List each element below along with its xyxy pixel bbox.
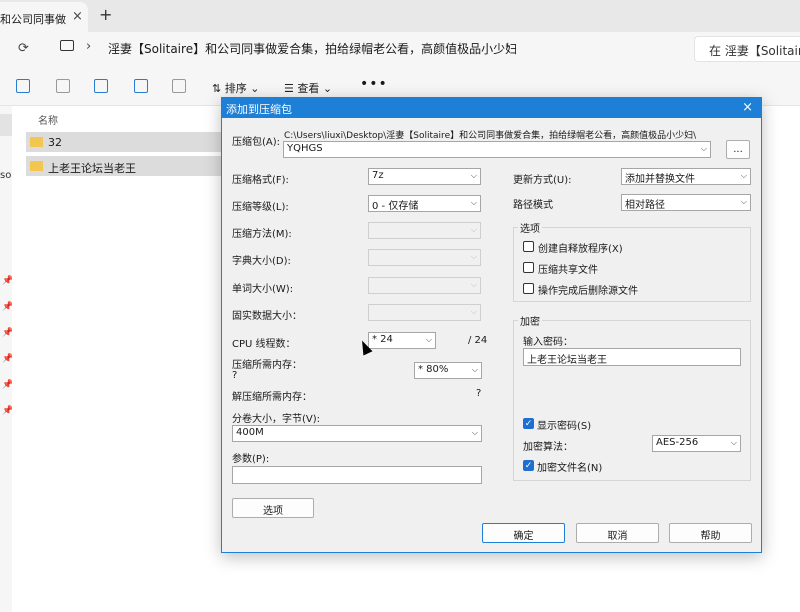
level-select[interactable]: 0 - 仅存储 ⌵ [368, 195, 481, 212]
this-pc-icon[interactable] [60, 40, 74, 51]
archive-label: 压缩包(A): [232, 137, 281, 148]
params-input[interactable] [232, 466, 482, 484]
encrypt-names-checkbox[interactable]: ✓ [523, 460, 534, 471]
chevron-down-icon: ⌵ [470, 280, 477, 289]
threads-label: CPU 线程数： [232, 339, 296, 350]
list-item[interactable]: 32 [26, 132, 226, 152]
chevron-down-icon: ⌵ [730, 438, 737, 447]
chevron-right-icon[interactable]: › [505, 39, 510, 54]
share-icon[interactable] [134, 79, 148, 93]
dict-label: 字典大小(D): [232, 256, 291, 267]
split-label: 分卷大小，字节(V): [232, 414, 321, 425]
tab-close-icon[interactable]: × [72, 9, 83, 24]
tab-active[interactable]: 和公司同事做 × [0, 2, 88, 32]
refresh-icon[interactable]: ⟳ [18, 41, 29, 56]
help-button[interactable]: 帮助 [669, 523, 752, 543]
chevron-down-icon: ⌵ [470, 171, 477, 180]
word-label: 单词大小(W): [232, 284, 294, 295]
browse-button[interactable]: ... [726, 140, 750, 159]
path-mode-select[interactable]: 相对路径 ⌵ [621, 194, 751, 211]
sort-button[interactable]: ⇅ 排序 ⌄ [212, 80, 259, 96]
column-header-name[interactable]: 名称 [38, 112, 58, 127]
show-password-checkbox[interactable]: ✓ [523, 418, 534, 429]
sfx-label[interactable]: 创建自释放程序(X) [538, 240, 623, 255]
folder-icon [30, 137, 43, 147]
shared-checkbox[interactable] [523, 262, 534, 273]
method-select[interactable]: ⌵ [368, 222, 481, 239]
search-input[interactable]: 在 淫妻【Solitaire】 [694, 36, 800, 62]
chevron-down-icon: ⌵ [471, 365, 478, 374]
chevron-down-icon: ⌵ [700, 144, 707, 153]
chevron-down-icon: ⌵ [470, 198, 477, 207]
word-select[interactable]: ⌵ [368, 277, 481, 294]
paste-icon[interactable] [56, 79, 70, 93]
enc-method-select[interactable]: AES-256 ⌵ [652, 435, 741, 452]
solid-select[interactable]: ⌵ [368, 304, 481, 321]
chevron-down-icon: ⌵ [740, 171, 747, 180]
ok-button[interactable]: 确定 [482, 523, 565, 543]
chevron-down-icon: ⌵ [740, 197, 747, 206]
dict-select[interactable]: ⌵ [368, 249, 481, 266]
chevron-down-icon: ⌵ [470, 225, 477, 234]
delete-icon[interactable] [172, 79, 186, 93]
params-label: 参数(P): [232, 454, 270, 465]
dialog-titlebar[interactable]: 添加到压缩包 × [222, 98, 761, 118]
format-label: 压缩格式(F): [232, 175, 289, 186]
close-icon[interactable]: × [742, 100, 753, 115]
shared-label[interactable]: 压缩共享文件 [538, 261, 598, 276]
breadcrumb[interactable]: 淫妻【Solitaire】和公司同事做爱合集，拍给绿帽老公看，高颜值极品小少妇 [108, 40, 517, 57]
update-select[interactable]: 添加并替换文件 ⌵ [621, 168, 751, 185]
chevron-down-icon: ⌵ [471, 428, 478, 437]
encrypt-names-label[interactable]: 加密文件名(N) [537, 459, 602, 474]
enc-method-label: 加密算法： [523, 442, 573, 453]
method-label: 压缩方法(M): [232, 229, 292, 240]
more-icon[interactable]: ••• [360, 76, 388, 92]
chevron-down-icon: ⌵ [470, 252, 477, 261]
mem-select[interactable]: * 80% ⌵ [414, 362, 482, 379]
chevron-down-icon: ⌵ [425, 335, 432, 344]
nav-selected-item[interactable] [0, 114, 12, 136]
tab-title: 和公司同事做 [0, 13, 66, 26]
cancel-button[interactable]: 取消 [576, 523, 659, 543]
path-mode-label: 路径模式 [513, 200, 553, 211]
mem-question: ? [232, 370, 238, 381]
delete-source-label[interactable]: 操作完成后删除源文件 [538, 282, 638, 297]
options-group-title: 选项 [518, 220, 542, 235]
password-label: 输入密码： [523, 337, 573, 348]
format-select[interactable]: 7z ⌵ [368, 168, 481, 185]
sfx-checkbox[interactable] [523, 241, 534, 252]
folder-icon [30, 161, 43, 171]
tab-bar: 和公司同事做 × + [0, 0, 800, 32]
add-to-archive-dialog: 添加到压缩包 × 压缩包(A): C:\Users\liuxi\Desktop\… [221, 97, 762, 553]
chevron-down-icon: ⌵ [470, 307, 477, 316]
dialog-title: 添加到压缩包 [226, 103, 292, 116]
threads-max: / 24 [468, 335, 488, 346]
decomp-label: 解压缩所需内存： [232, 392, 312, 403]
copy-icon[interactable] [16, 79, 30, 93]
address-bar: ⟳ › 淫妻【Solitaire】和公司同事做爱合集，拍给绿帽老公看，高颜值极品… [0, 32, 800, 66]
encryption-group-title: 加密 [518, 313, 542, 328]
view-button[interactable]: ☰ 查看 ⌄ [284, 80, 332, 96]
archive-name-combo[interactable]: YQHGS ⌵ [283, 141, 711, 158]
delete-source-checkbox[interactable] [523, 283, 534, 294]
archive-path: C:\Users\liuxi\Desktop\淫妻【Solitaire】和公司同… [284, 131, 697, 141]
rename-icon[interactable] [94, 79, 108, 93]
split-select[interactable]: 400M ⌵ [232, 425, 482, 442]
level-label: 压缩等级(L): [232, 202, 289, 213]
new-tab-icon[interactable]: + [99, 5, 112, 24]
chevron-right-icon[interactable]: › [86, 39, 91, 54]
solid-label: 固实数据大小： [232, 311, 302, 322]
threads-select[interactable]: * 24 ⌵ [368, 332, 436, 349]
password-input[interactable]: 上老王论坛当老王 [523, 348, 741, 366]
decomp-question: ? [476, 388, 482, 399]
mem-label: 压缩所需内存： [232, 360, 302, 371]
update-label: 更新方式(U): [513, 175, 572, 186]
show-password-label[interactable]: 显示密码(S) [537, 417, 591, 432]
options-button[interactable]: 选项 [232, 498, 314, 518]
list-item[interactable]: 上老王论坛当老王 [26, 156, 226, 176]
